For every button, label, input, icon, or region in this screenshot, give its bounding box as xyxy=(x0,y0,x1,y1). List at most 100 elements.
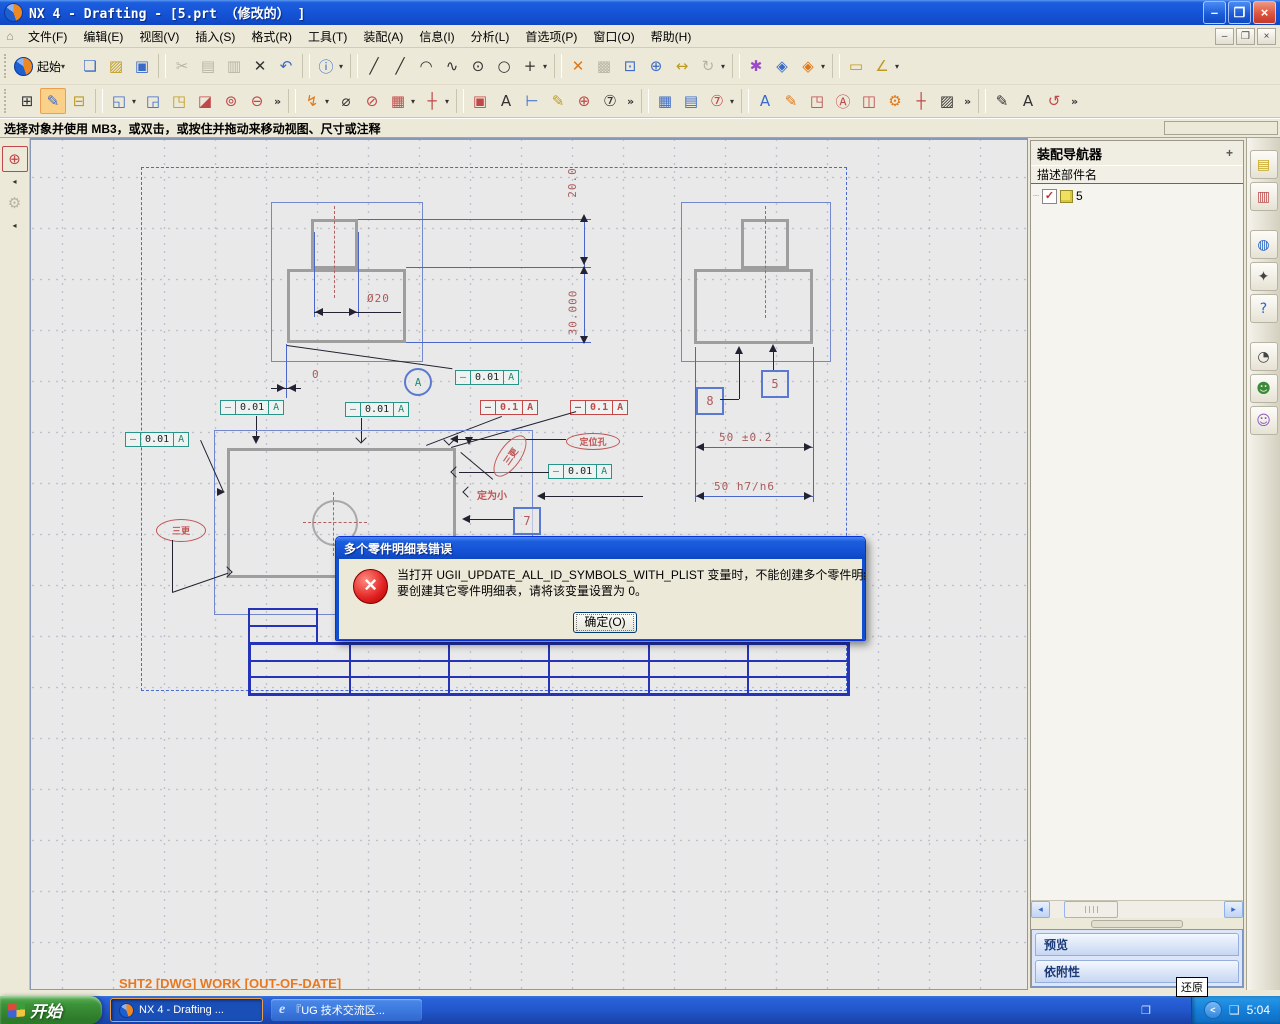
menu-edit[interactable]: 编辑(E) xyxy=(75,25,131,48)
new-sheet-button[interactable]: ⊞ xyxy=(14,88,40,114)
delete-button[interactable]: ✕ xyxy=(247,53,273,79)
edit-note-button[interactable]: Ⓐ xyxy=(830,88,856,114)
open-drawing-button[interactable]: ⊟ xyxy=(66,88,92,114)
open-file-button[interactable]: ▨ xyxy=(103,53,129,79)
arc-button[interactable]: ◠ xyxy=(413,53,439,79)
projected-view-button[interactable]: ◲ xyxy=(140,88,166,114)
section-line-dropdown[interactable]: ▾ xyxy=(407,88,419,114)
target-point-button[interactable]: ⊕ xyxy=(571,88,597,114)
fcf-flatness-001-c[interactable]: —0.01 A xyxy=(345,402,410,417)
feature-control-frame-button[interactable]: ⊢ xyxy=(519,88,545,114)
part-navigator-icon[interactable]: ▥ xyxy=(1249,182,1278,211)
imported-view-button[interactable]: ◳ xyxy=(166,88,192,114)
scroll-right-button[interactable]: ▸ xyxy=(1224,901,1243,918)
navigator-column-header[interactable]: 描述部件名 xyxy=(1031,165,1243,184)
view-dropdown[interactable]: ▾ xyxy=(717,53,729,79)
menu-window[interactable]: 窗口(O) xyxy=(585,25,642,48)
measure-dropdown[interactable]: ▾ xyxy=(891,53,903,79)
selection-filter-button[interactable]: ⊕ xyxy=(1,146,28,172)
cylindrical-dimension-button[interactable]: ⌀ xyxy=(333,88,359,114)
balloon-button[interactable]: ⑦ xyxy=(597,88,623,114)
roles-icon[interactable]: ☻ xyxy=(1249,374,1278,403)
balloon-5[interactable]: 5 xyxy=(761,370,789,398)
dimension-text-50tol[interactable]: 50 ±0.2 xyxy=(719,431,772,444)
circle-center-button[interactable]: ⊙ xyxy=(465,53,491,79)
navigator-hscrollbar[interactable]: ◂ ▸ xyxy=(1031,900,1243,918)
section-view-button[interactable]: ◪ xyxy=(192,88,218,114)
taskbar-task-browser[interactable]: e 『UG 技术交流区... xyxy=(271,999,422,1021)
paste-button[interactable]: ▥ xyxy=(221,53,247,79)
edit-appended-text-button[interactable]: ✎ xyxy=(778,88,804,114)
edit-dimension-button[interactable]: ◳ xyxy=(804,88,830,114)
fcf-flatness-001-e[interactable]: —0.01 A xyxy=(548,464,613,479)
datum-feature-symbol[interactable]: A xyxy=(404,368,432,396)
scroll-thumb[interactable] xyxy=(1064,901,1118,918)
view-boundary-button[interactable]: ◫ xyxy=(856,88,882,114)
tray-collapse-button[interactable]: < xyxy=(1203,1001,1222,1019)
taskbar-task-nx[interactable]: NX 4 - Drafting ... xyxy=(110,998,263,1022)
text-editor-button[interactable]: A xyxy=(1015,88,1041,114)
network-icon[interactable]: ❑ xyxy=(1229,1003,1240,1017)
start-menu-group[interactable]: 起始 ▾ xyxy=(14,56,71,76)
start-dropdown-icon[interactable]: ▾ xyxy=(61,62,71,71)
circle-button[interactable]: ○ xyxy=(491,53,517,79)
zoom-in-out-button[interactable]: ⊕ xyxy=(643,53,669,79)
spline-button[interactable]: ∿ xyxy=(439,53,465,79)
parts-list-table[interactable] xyxy=(248,642,850,696)
restore-button[interactable]: ❐ xyxy=(1228,1,1251,24)
save-file-button[interactable]: ▣ xyxy=(129,53,155,79)
assembly-navigator-icon[interactable]: ▤ xyxy=(1249,150,1278,179)
zoom-region-button[interactable]: ▩ xyxy=(591,53,617,79)
edit-hatch-button[interactable]: ▨ xyxy=(934,88,960,114)
fit-view-button[interactable]: ✕ xyxy=(565,53,591,79)
menu-tools[interactable]: 工具(T) xyxy=(300,25,355,48)
pin-icon[interactable]: + xyxy=(1222,145,1237,161)
red-note[interactable]: 定为小 xyxy=(477,487,507,502)
tree-checkbox[interactable]: ✓ xyxy=(1042,188,1058,204)
parts-list-button[interactable]: ▤ xyxy=(678,88,704,114)
edit-origin-button[interactable]: ┼ xyxy=(908,88,934,114)
mdi-close-button[interactable]: × xyxy=(1257,27,1276,45)
zoom-window-button[interactable]: ⊡ xyxy=(617,53,643,79)
fcf-flatness-01-a[interactable]: —0.1 A xyxy=(480,400,539,415)
fcf-flatness-01-b[interactable]: —0.1 A xyxy=(570,400,629,415)
help-icon[interactable]: ? xyxy=(1249,294,1278,323)
undo-button[interactable]: ↶ xyxy=(273,53,299,79)
title-block-mini-table[interactable] xyxy=(248,608,318,645)
dimension-text-20[interactable]: 20.0 xyxy=(566,167,579,198)
id-symbol-button[interactable]: ▣ xyxy=(467,88,493,114)
dialog-titlebar[interactable]: 多个零件明细表错误 xyxy=(336,537,865,559)
toolbar-grip-2[interactable] xyxy=(4,89,10,113)
menu-help[interactable]: 帮助(H) xyxy=(643,25,700,48)
user-icon[interactable]: ☺ xyxy=(1249,406,1278,435)
line-button[interactable]: ╱ xyxy=(387,53,413,79)
menu-information[interactable]: 信息(I) xyxy=(411,25,462,48)
dimension-text-30[interactable]: 30.000 xyxy=(566,290,579,336)
move-rotate-view-button[interactable]: ↺ xyxy=(1041,88,1067,114)
copy-button[interactable]: ▤ xyxy=(195,53,221,79)
curve-dropdown[interactable]: ▾ xyxy=(539,53,551,79)
menu-format[interactable]: 格式(R) xyxy=(243,25,300,48)
snap-point-button[interactable]: ⚙ xyxy=(2,190,28,216)
stamp-label-right[interactable]: 定位孔 xyxy=(566,433,620,450)
pan-button[interactable]: ↔ xyxy=(669,53,695,79)
table-dropdown[interactable]: ▾ xyxy=(726,88,738,114)
dock-collapse-arrow-2[interactable]: ◂ xyxy=(2,218,28,232)
preview-panel-bar[interactable]: 预览 xyxy=(1035,933,1239,956)
mdi-minimize-button[interactable]: – xyxy=(1215,27,1234,45)
panel-splitter[interactable] xyxy=(1031,918,1243,929)
break-view-button[interactable]: ⊖ xyxy=(244,88,270,114)
surface-finish-button[interactable]: ✎ xyxy=(545,88,571,114)
balloon-8[interactable]: 8 xyxy=(696,387,724,415)
menu-preferences[interactable]: 首选项(P) xyxy=(517,25,585,48)
edit-symbol-button[interactable]: ✎ xyxy=(989,88,1015,114)
measure-distance-button[interactable]: ▭ xyxy=(843,53,869,79)
side-view-body[interactable] xyxy=(694,269,813,344)
dependencies-panel-bar[interactable]: 依附性 xyxy=(1035,960,1239,983)
dimension-text-50fit[interactable]: 50 h7/n6 xyxy=(714,480,775,493)
menu-analysis[interactable]: 分析(L) xyxy=(463,25,518,48)
edit-text-button[interactable]: A xyxy=(752,88,778,114)
update-display-button[interactable]: ◈ xyxy=(769,53,795,79)
history-icon[interactable]: ✦ xyxy=(1249,262,1278,291)
system-menu-icon[interactable]: ⌂ xyxy=(0,29,20,43)
